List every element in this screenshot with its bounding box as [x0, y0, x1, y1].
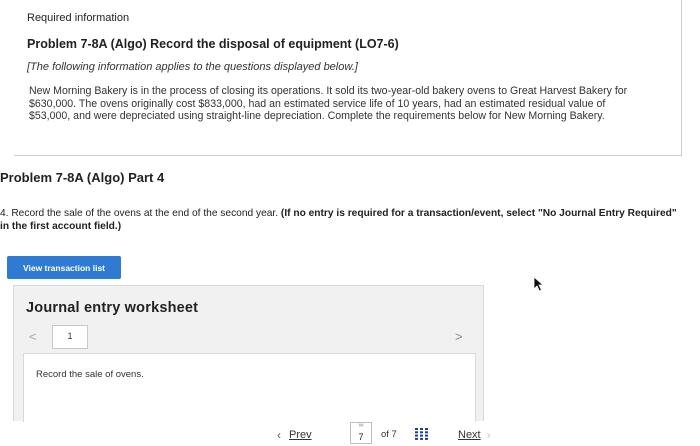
applies-note: [The following information applies to th… [27, 61, 358, 73]
part-title: Problem 7-8A (Algo) Part 4 [0, 170, 165, 185]
next-label: Next [458, 429, 481, 441]
grid-icon[interactable] [415, 428, 429, 440]
worksheet-tab-1[interactable]: 1 [52, 325, 88, 349]
problem-title: Problem 7-8A (Algo) Record the disposal … [27, 37, 399, 51]
link-icon: ∞ [358, 422, 364, 429]
instruction-text: 4. Record the sale of the ovens at the e… [0, 208, 281, 219]
current-page-box[interactable]: ∞ 7 [350, 422, 372, 444]
pagination-bar: ‹ Prev ∞ 7 of 7 Next › [0, 422, 700, 446]
worksheet-next-chevron-icon[interactable]: > [455, 329, 463, 344]
part-instruction: 4. Record the sale of the ovens at the e… [0, 207, 680, 233]
journal-entry-worksheet: Journal entry worksheet < 1 > Record the… [13, 285, 484, 422]
chevron-left-icon: ‹ [277, 428, 281, 442]
entry-instruction: Record the sale of ovens. [36, 369, 144, 380]
mouse-cursor-icon [533, 276, 545, 292]
worksheet-prev-chevron-icon[interactable]: < [29, 329, 37, 344]
view-transaction-list-button[interactable]: View transaction list [7, 256, 121, 279]
problem-description: New Morning Bakery is in the process of … [29, 85, 628, 122]
worksheet-title: Journal entry worksheet [26, 300, 199, 316]
current-page-number: 7 [358, 432, 364, 442]
prev-button[interactable]: ‹ Prev [277, 428, 312, 442]
worksheet-entry-panel: Record the sale of ovens. [23, 353, 476, 422]
required-information-label: Required information [27, 12, 130, 24]
page-total: of 7 [381, 429, 397, 440]
chevron-right-icon: › [486, 428, 491, 442]
prev-label: Prev [289, 429, 312, 441]
next-button[interactable]: Next › [458, 428, 491, 442]
